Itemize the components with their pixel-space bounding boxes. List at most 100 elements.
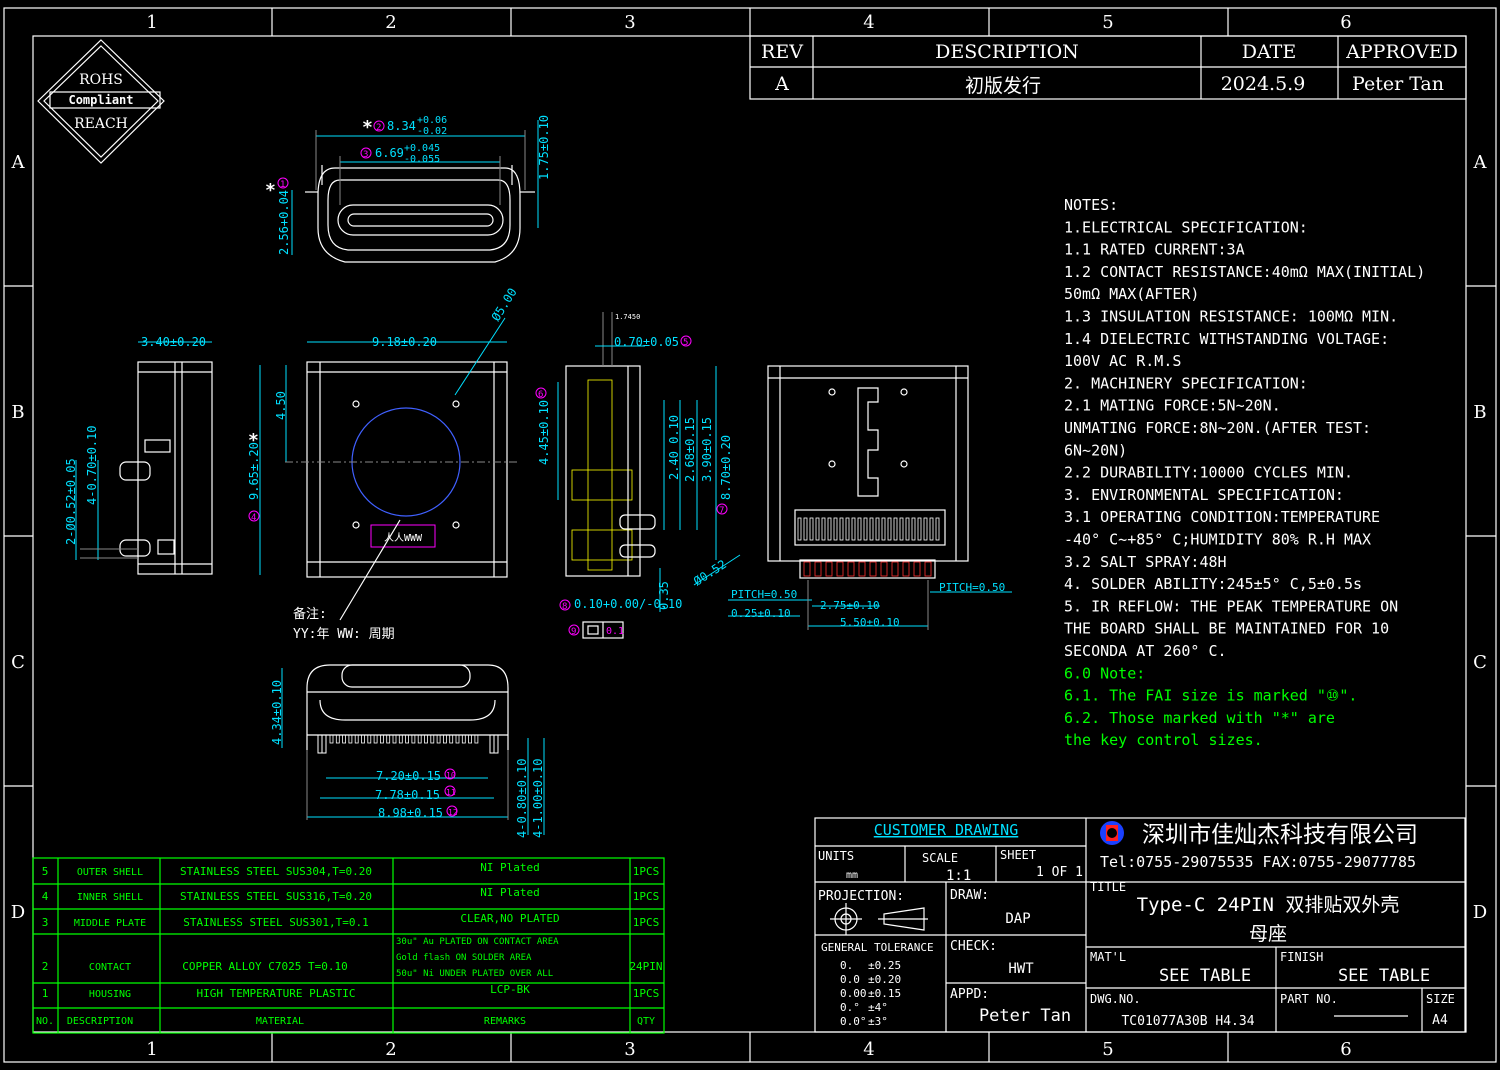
rear-pin: [329, 734, 334, 744]
bom-material: STAINLESS STEEL SUS304,T=0.20: [180, 865, 372, 878]
col-label: 6: [1340, 1039, 1351, 1060]
col-label: 6: [1340, 12, 1351, 33]
bom-material: COPPER ALLOY C7025 T=0.10: [182, 960, 348, 973]
svg-text:9: 9: [571, 627, 576, 637]
bom-qty: 1PCS: [633, 916, 660, 929]
bom-header: MATERIAL: [256, 1016, 304, 1027]
pin: [935, 517, 940, 541]
note-line: 3. ENVIRONMENTAL SPECIFICATION:: [1064, 486, 1344, 504]
pin-pad: [825, 561, 833, 577]
pin: [815, 517, 820, 541]
svg-text:2: 2: [376, 123, 381, 133]
svg-text:+0.045: +0.045: [404, 143, 440, 154]
note-line: -40° C~+85° C;HUMIDITY 80% R.H MAX: [1064, 531, 1371, 549]
tol-format: 0.0: [840, 973, 860, 986]
pin: [803, 517, 808, 541]
rohs-badge: ROHS Compliant REACH: [37, 39, 165, 164]
bom-remark: LCP-BK: [490, 983, 530, 996]
units-label: UNITS: [818, 849, 854, 863]
bom-qty: 1PCS: [633, 987, 660, 1000]
draw-label: DRAW:: [950, 888, 989, 903]
rev-header: REV: [761, 41, 803, 63]
rear-pin: [436, 734, 441, 744]
col-label: 3: [624, 1039, 635, 1060]
note-line: 6.0 Note:: [1064, 664, 1145, 682]
appd-label: APPD:: [950, 987, 989, 1002]
pin-pad: [924, 561, 932, 577]
title-line-1: Type-C 24PIN 双排贴双外壳: [1137, 894, 1400, 916]
pin: [845, 517, 850, 541]
row-label: D: [1473, 902, 1487, 923]
tol-format: 0.°: [840, 1001, 860, 1014]
pin: [923, 517, 928, 541]
col-label: 5: [1102, 1039, 1113, 1060]
appd-value: Peter Tan: [979, 1006, 1071, 1026]
bom-no: 2: [42, 960, 49, 973]
note-line: 1.1 RATED CURRENT:3A: [1064, 241, 1245, 259]
col-label: 4: [863, 1039, 874, 1060]
shell-leg: [321, 734, 327, 754]
dim-4.45: 4.45±0.10: [537, 400, 551, 465]
bom-no: 3: [42, 916, 49, 929]
rear-pin: [405, 734, 410, 744]
rear-pin: [461, 734, 466, 744]
rear-pin: [348, 734, 353, 744]
dim-4.50: 4.50: [274, 391, 288, 420]
pin-pad: [814, 561, 822, 577]
pin: [893, 517, 898, 541]
note-line: the key control sizes.: [1064, 731, 1263, 749]
pin: [929, 517, 934, 541]
rear-pin: [386, 734, 391, 744]
dwg-no-value: TC01077A30B H4.34: [1121, 1014, 1254, 1029]
pin: [809, 517, 814, 541]
note-line: 1.2 CONTACT RESISTANCE:40mΩ MAX(INITIAL): [1064, 263, 1425, 281]
svg-text:-0.055: -0.055: [404, 154, 440, 165]
pin-pad: [913, 561, 921, 577]
pin-pad: [847, 561, 855, 577]
bom-material: STAINLESS STEEL SUS301,T=0.1: [183, 916, 368, 929]
row-label: B: [11, 402, 24, 423]
bom-no: 5: [42, 865, 49, 878]
rear-pin: [424, 734, 428, 744]
pin: [839, 517, 844, 541]
scale-value: 1:1: [946, 868, 971, 884]
pin: [881, 517, 886, 541]
pin: [875, 517, 880, 541]
pin: [821, 517, 826, 541]
approved-header: APPROVED: [1345, 41, 1458, 63]
bom-qty: 1PCS: [633, 865, 660, 878]
rear-pin-row: [317, 734, 499, 754]
pin-pad: [902, 561, 910, 577]
bom-header: DESCRIPTION: [67, 1016, 133, 1027]
pin-pad: [869, 561, 877, 577]
general-tolerance-label: GENERAL TOLERANCE: [821, 941, 934, 954]
dim-0.52: Ø0.52: [691, 557, 729, 588]
tol-format: 0.: [840, 959, 853, 972]
dim-1.7450: 1.7450: [615, 313, 640, 321]
pin-pad: [880, 561, 888, 577]
bom-remark: CLEAR,NO PLATED: [460, 912, 559, 925]
rear-pin: [398, 734, 403, 744]
note-line: 1.3 INSULATION RESISTANCE: 100MΩ MIN.: [1064, 308, 1398, 326]
bom-material: STAINLESS STEEL SUS316,T=0.20: [180, 890, 372, 903]
dim-0.10: 0.10+0.00/-0.10: [574, 597, 682, 611]
col-label: 4: [863, 12, 874, 33]
column-labels-top: 1 2 3 4 5 6: [146, 12, 1351, 33]
rohs-text: ROHS: [79, 72, 123, 88]
pin: [887, 517, 892, 541]
date-header: DATE: [1242, 41, 1296, 63]
rear-pin: [335, 734, 340, 744]
title-line-2: 母座: [1249, 923, 1287, 945]
compliant-text: Compliant: [68, 93, 133, 107]
description-header: DESCRIPTION: [935, 41, 1079, 63]
note-line: NOTES:: [1064, 196, 1118, 214]
col-label: 2: [385, 12, 396, 33]
revision-table: REV DESCRIPTION DATE APPROVED A 初版发行 202…: [749, 35, 1467, 100]
dim-0.70: 0.70±0.05: [614, 335, 679, 349]
bom-no: 4: [42, 890, 49, 903]
bom-description: CONTACT: [89, 962, 131, 973]
projection-label: PROJECTION:: [818, 889, 904, 904]
row-label: A: [11, 152, 26, 173]
rear-view: 4.34±0.10 7.20±0.15 10 7.78±0.15 11 8.98…: [270, 664, 545, 838]
dim-1.75: 1.75±0.10: [537, 115, 551, 180]
